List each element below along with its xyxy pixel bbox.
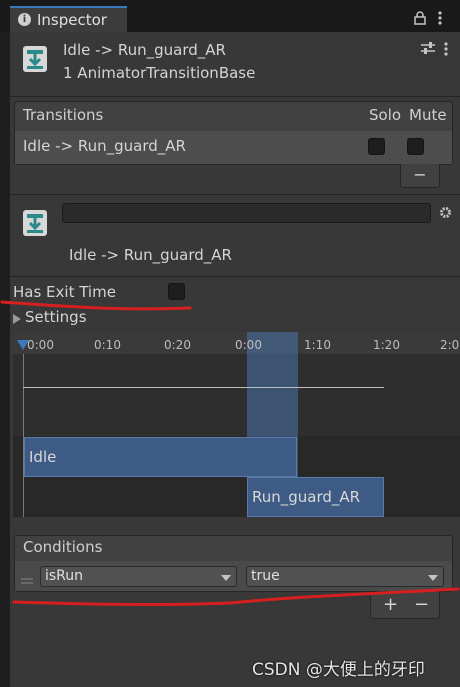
annotation-underline-exit-time [0,300,192,311]
annotation-strokes [0,300,460,607]
annotation-underline-condition [12,587,460,607]
watermark: CSDN @大便上的牙印 [252,660,425,680]
